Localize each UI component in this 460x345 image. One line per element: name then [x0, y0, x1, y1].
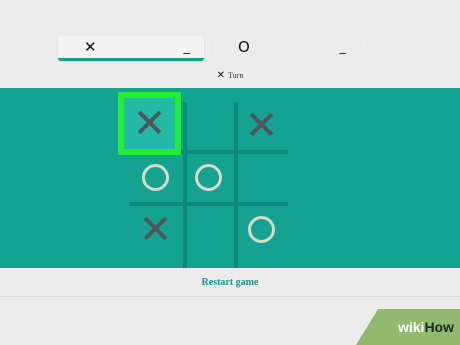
x-mark-icon: ✕: [132, 100, 167, 147]
player-x-score: _: [183, 39, 191, 55]
player-x-card[interactable]: ✕ _: [58, 36, 204, 61]
x-mark-icon: ✕: [244, 102, 279, 149]
x-mark-icon: ✕: [84, 37, 97, 56]
x-turn-icon: ✕: [216, 70, 226, 81]
board-cell-r0c0[interactable]: ✕: [118, 92, 181, 155]
restart-game-button[interactable]: Restart game: [202, 277, 259, 288]
board-cell-r2c1[interactable]: [183, 204, 234, 255]
board-cell-r2c0[interactable]: ✕: [130, 204, 181, 255]
board-cell-r0c2[interactable]: ✕: [236, 100, 287, 151]
board-cell-r1c2[interactable]: [236, 152, 287, 203]
o-mark-icon: O: [238, 37, 250, 56]
watermark-wiki: wiki: [397, 319, 425, 335]
scoreboard-area: ✕ _ O _ ✕ Turn: [0, 0, 460, 88]
board-cell-r2c2[interactable]: [236, 204, 287, 255]
board-cell-r1c0[interactable]: [130, 152, 181, 203]
restart-bar: Restart game: [0, 268, 460, 297]
turn-indicator: ✕ Turn: [0, 70, 460, 81]
o-mark-icon: [248, 216, 275, 243]
player-o-score: _: [339, 39, 347, 55]
watermark-how: How: [424, 319, 454, 335]
player-o-card[interactable]: O _: [212, 36, 360, 58]
board-cell-r0c1[interactable]: [183, 100, 234, 151]
o-mark-icon: [142, 164, 169, 191]
game-board-area: ✕ ✕ ✕: [0, 88, 460, 268]
x-mark-icon: ✕: [138, 206, 173, 253]
o-mark-icon: [195, 164, 222, 191]
board-cell-r1c1[interactable]: [183, 152, 234, 203]
turn-label: Turn: [228, 71, 244, 80]
wikihow-watermark: wiki How: [356, 309, 460, 345]
